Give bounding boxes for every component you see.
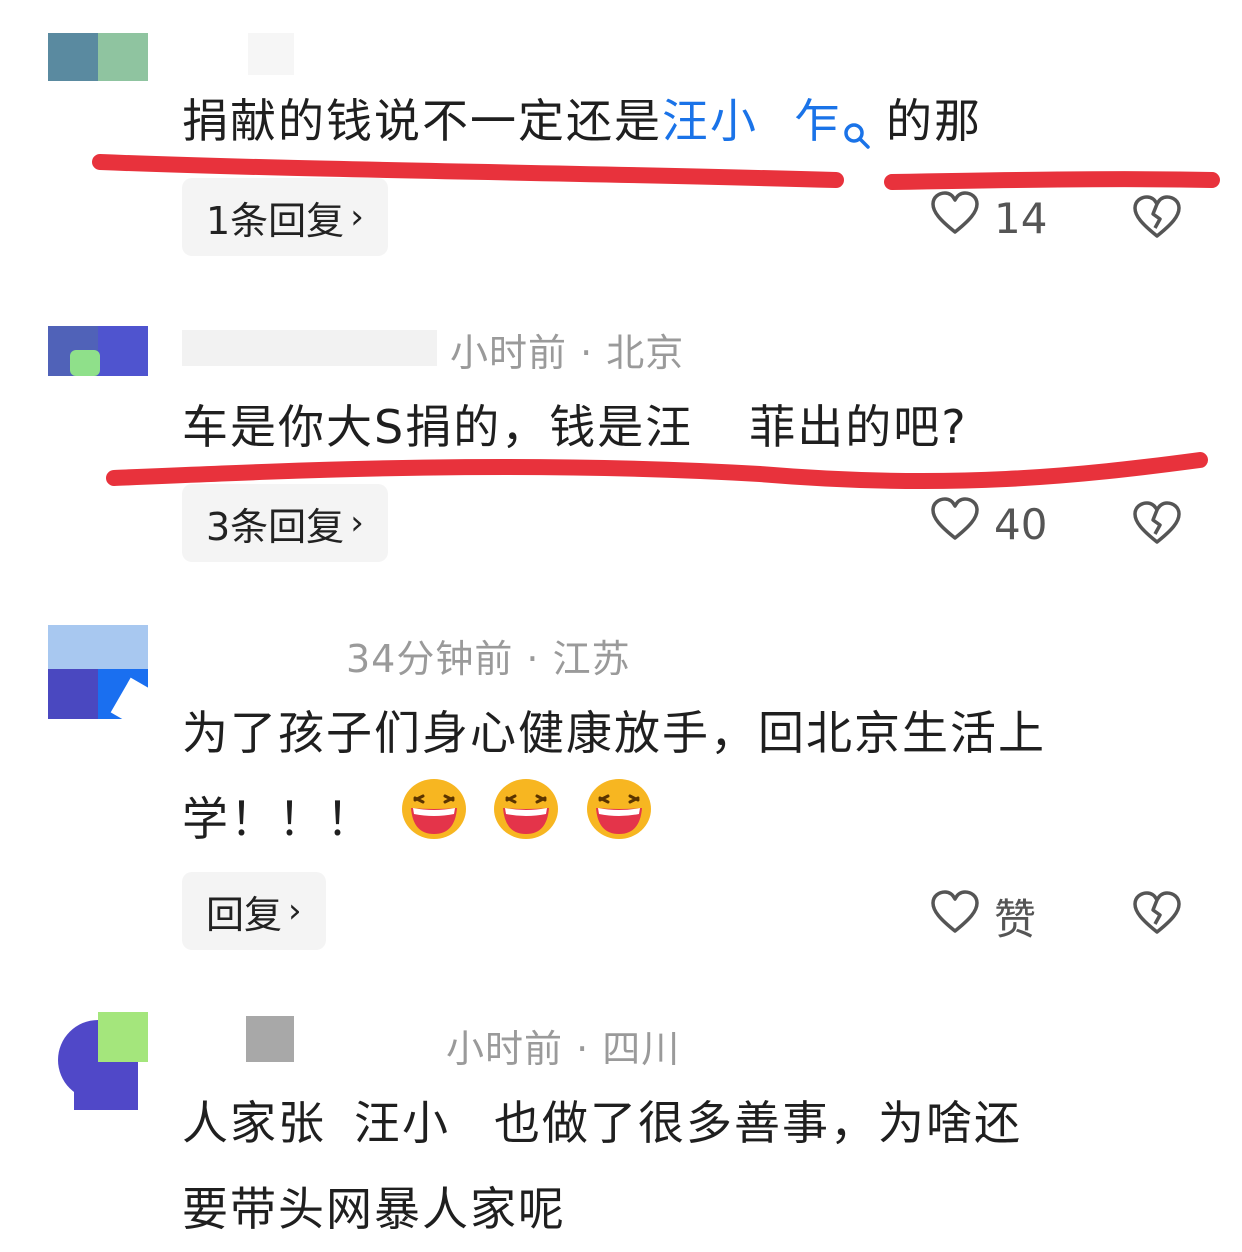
broken-heart-icon [1132, 501, 1182, 550]
avatar[interactable] [48, 33, 148, 81]
heart-outline-icon [930, 496, 980, 552]
chevron-right-icon: › [350, 503, 364, 543]
avatar[interactable] [48, 625, 148, 719]
view-replies-button[interactable]: 1条回复 › [182, 178, 388, 256]
heart-outline-icon [930, 889, 980, 945]
avatar[interactable] [48, 326, 148, 376]
comment-text: 为了孩子们身心健康放手，回北京生活上 学！！！ [182, 690, 1046, 867]
like-button[interactable]: 赞 [930, 886, 1036, 947]
dislike-button[interactable] [1132, 500, 1182, 550]
like-button[interactable]: 14 [930, 190, 1047, 246]
red-underline-1b [884, 171, 1220, 190]
chevron-right-icon: › [350, 197, 364, 237]
reply-count-label: 3条回复 [206, 504, 345, 549]
dislike-button[interactable] [1132, 890, 1182, 940]
like-count: 14 [994, 193, 1048, 243]
comment-text: 人家张 汪小 也做了很多善事，为啥还 要带头网暴人家呢 [182, 1096, 1022, 1236]
broken-heart-icon [1132, 195, 1182, 244]
reply-label: 回复 [206, 892, 283, 937]
broken-heart-icon [1132, 891, 1182, 940]
reply-button[interactable]: 回复 › [182, 872, 326, 950]
laughing-emoji [401, 778, 467, 867]
comment-meta: 34分钟前 · 江苏 [346, 637, 631, 681]
comment-meta: 小时前 · 北京 [450, 331, 685, 375]
username-redacted [182, 330, 437, 366]
mention-link[interactable]: 汪小 [662, 94, 758, 148]
laughing-emoji [493, 778, 559, 867]
comment-meta: 小时前 · 四川 [446, 1027, 681, 1071]
heart-outline-icon [930, 190, 980, 246]
comment-text: 车是你大S捐的，钱是汪 菲出的吧? [182, 400, 968, 454]
reply-count-label: 1条回复 [206, 198, 345, 243]
search-icon[interactable] [842, 92, 872, 178]
username-redacted [246, 1016, 294, 1062]
chevron-right-icon: › [288, 891, 302, 931]
username-redacted [248, 33, 294, 75]
mention-link-tail[interactable]: 乍 [794, 94, 842, 148]
like-count: 40 [994, 499, 1048, 549]
comment-text: 捐献的钱说不一定还是汪小乍 的那 [182, 78, 982, 178]
avatar[interactable] [48, 1012, 148, 1112]
like-button[interactable]: 40 [930, 496, 1047, 552]
like-label: 赞 [994, 895, 1037, 944]
dislike-button[interactable] [1132, 194, 1182, 244]
view-replies-button[interactable]: 3条回复 › [182, 484, 388, 562]
laughing-emoji [586, 778, 652, 867]
